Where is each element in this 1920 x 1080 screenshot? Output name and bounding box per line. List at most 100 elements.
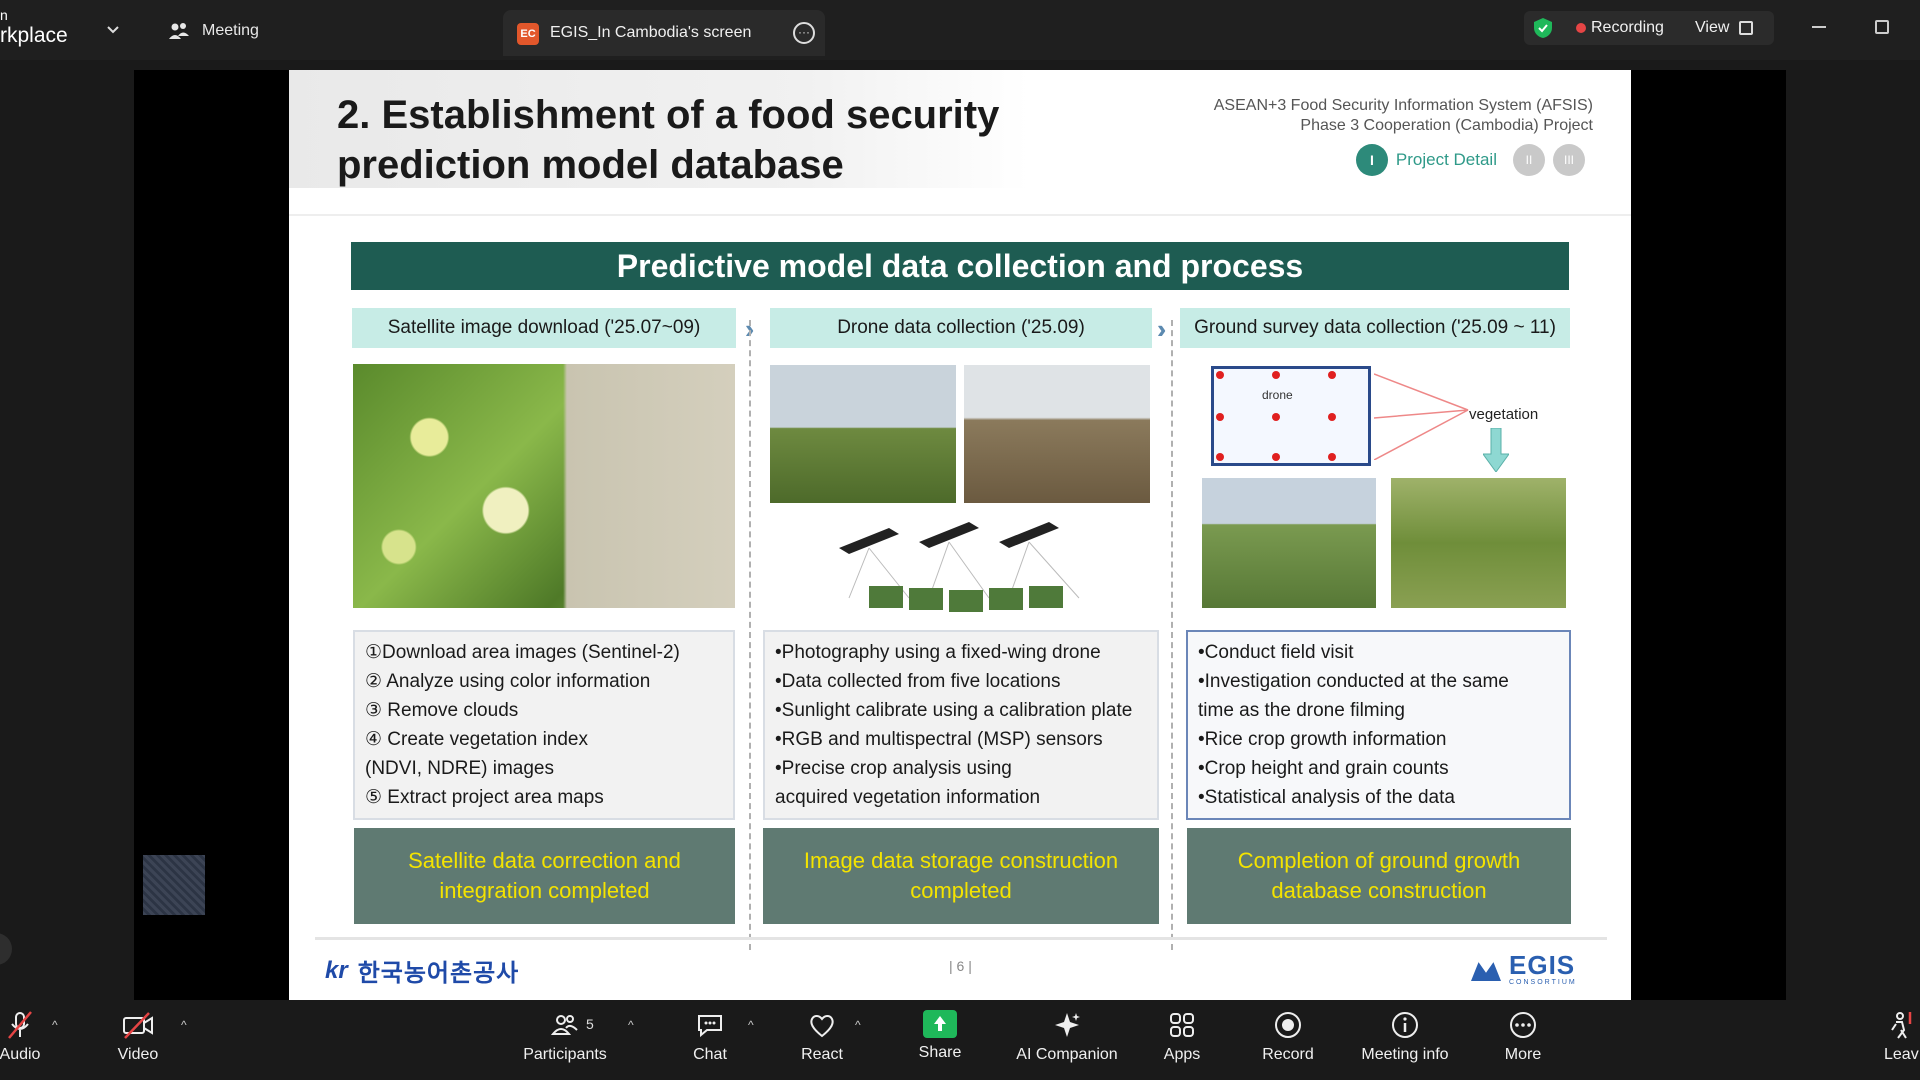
step-ground: Ground survey data collection ('25.09 ~ …	[1180, 308, 1570, 348]
chevron-down-icon[interactable]	[106, 22, 120, 36]
participants-options-caret[interactable]: ^	[628, 1018, 634, 1032]
top-bar: n rkplace Meeting EC EGIS_In Cambodia's …	[0, 0, 1920, 60]
section-label: Project Detail	[1395, 150, 1497, 169]
more-options-icon[interactable]: ···	[793, 22, 815, 44]
list-item: ①Download area images (Sentinel-2)	[365, 642, 680, 663]
field-survey-photo	[1202, 478, 1376, 608]
participants-icon	[550, 1015, 578, 1035]
participants-label: Participants	[523, 1046, 607, 1063]
apps-button[interactable]: Apps	[1161, 1010, 1203, 1072]
react-options-caret[interactable]: ^	[855, 1018, 861, 1032]
satellite-steps-list: ①Download area images (Sentinel-2) ② Ana…	[353, 630, 735, 820]
list-item: •Photography using a fixed-wing drone	[775, 642, 1101, 663]
shield-icon	[1534, 18, 1552, 38]
more-icon	[1510, 1012, 1536, 1038]
meeting-tab[interactable]: Meeting	[168, 18, 259, 44]
people-icon	[169, 23, 189, 39]
section-iii-badge: III	[1553, 144, 1585, 176]
drone-launch-photo	[964, 365, 1150, 503]
satellite-image	[353, 364, 735, 608]
ai-companion-button[interactable]: AI Companion	[1010, 1010, 1124, 1072]
krc-logo-text: 한국농어촌공사	[357, 960, 520, 987]
share-source-badge: EC	[517, 23, 539, 45]
list-item: •Conduct field visit	[1198, 642, 1354, 663]
section-ii-badge: II	[1513, 144, 1545, 176]
app-name: rkplace	[0, 24, 68, 47]
recording-dot-icon	[1576, 23, 1586, 33]
app-name-top: n	[0, 7, 8, 23]
chat-icon	[698, 1015, 722, 1038]
more-label: More	[1504, 1046, 1542, 1063]
more-button[interactable]: More	[1502, 1010, 1544, 1072]
egis-logo-mark	[1471, 960, 1501, 981]
leave-icon	[1891, 1012, 1912, 1039]
project-subtitle-line1: ASEAN+3 Food Security Information System…	[1213, 97, 1593, 114]
video-options-caret[interactable]: ^	[181, 1018, 187, 1032]
column-divider	[1171, 320, 1173, 950]
step-satellite: Satellite image download ('25.07~09)	[352, 308, 736, 348]
self-video-thumbnail[interactable]	[143, 855, 205, 915]
meeting-info-button[interactable]: Meeting info	[1356, 1010, 1454, 1072]
list-item: ② Analyze using color information	[365, 671, 651, 692]
satellite-result: Satellite data correction and integratio…	[354, 828, 735, 924]
record-button[interactable]: Record	[1262, 1010, 1314, 1072]
minimize-button[interactable]	[1812, 26, 1826, 28]
list-item: •Precise crop analysis using acquired ve…	[775, 758, 1041, 808]
list-item: •RGB and multispectral (MSP) sensors	[775, 729, 1103, 750]
list-item: ⑤ Extract project area maps	[365, 787, 604, 808]
share-button[interactable]: Share	[914, 1010, 966, 1072]
arrow-down-icon	[1483, 428, 1509, 472]
recording-status: Recording View	[1524, 11, 1774, 45]
list-item: •Rice crop growth information	[1198, 729, 1447, 750]
audio-label: Audio	[0, 1046, 41, 1063]
footer-divider	[315, 937, 1607, 940]
list-item: •Investigation conducted at the same tim…	[1198, 671, 1509, 721]
audio-button[interactable]: Audio	[0, 1010, 44, 1072]
ground-steps-list: •Conduct field visit •Investigation cond…	[1186, 630, 1571, 820]
section-i-badge: I	[1355, 144, 1388, 176]
slide-title: 2. Establishment of a food security pred…	[337, 93, 1000, 187]
projection-lines	[1374, 373, 1469, 460]
drone-result: Image data storage construction complete…	[763, 828, 1159, 924]
section-navigator: I Project Detail II III	[1355, 144, 1585, 176]
view-button[interactable]: View	[1695, 19, 1729, 37]
chat-label: Chat	[693, 1046, 727, 1063]
crop-inspection-photo	[1391, 478, 1566, 608]
participants-button[interactable]: Participants	[519, 1010, 611, 1072]
chevron-right-icon: ››	[1157, 314, 1169, 344]
grid-view-icon[interactable]	[1739, 21, 1753, 35]
vegetation-label: vegetation	[1469, 406, 1539, 423]
column-divider	[749, 320, 751, 950]
header-divider	[289, 214, 1631, 216]
project-subtitle-line2: Phase 3 Cooperation (Cambodia) Project	[1300, 117, 1593, 134]
egis-logo-sub: CONSORTIUM	[1509, 979, 1577, 986]
chat-options-caret[interactable]: ^	[748, 1018, 754, 1032]
drone-grid-diagram: drone	[1211, 366, 1371, 466]
microphone-muted-icon	[8, 1011, 32, 1039]
shared-screen-tab[interactable]: EC EGIS_In Cambodia's screen ···	[503, 10, 825, 56]
react-label: React	[801, 1046, 843, 1063]
recording-label[interactable]: Recording	[1591, 19, 1664, 37]
drone-operator-photo	[770, 365, 956, 503]
react-button[interactable]: React	[801, 1010, 843, 1072]
app-switcher[interactable]: n rkplace	[0, 7, 68, 48]
step-drone: Drone data collection ('25.09)	[770, 308, 1152, 348]
video-label: Video	[117, 1046, 159, 1063]
ai-companion-label: AI Companion	[1016, 1046, 1118, 1063]
presentation-slide: 2. Establishment of a food security pred…	[289, 70, 1631, 1000]
chat-button[interactable]: Chat	[690, 1010, 730, 1072]
audio-options-caret[interactable]: ^	[52, 1018, 58, 1032]
list-item: •Sunlight calibrate using a calibration …	[775, 700, 1133, 721]
restore-button[interactable]	[1875, 20, 1889, 34]
list-item: •Data collected from five locations	[775, 671, 1061, 692]
heart-icon	[810, 1015, 834, 1038]
video-button[interactable]: Video	[112, 1010, 164, 1072]
share-label: Share	[918, 1044, 962, 1061]
shared-screen-title: EGIS_In Cambodia's screen	[550, 24, 752, 41]
meeting-info-label: Meeting info	[1361, 1046, 1449, 1063]
apps-label: Apps	[1163, 1046, 1201, 1063]
drone-flight-illustration	[839, 522, 1080, 612]
leave-button[interactable]: Leav	[1884, 1010, 1920, 1072]
side-panel-toggle[interactable]	[0, 933, 12, 965]
egis-logo-text: EGIS	[1509, 950, 1576, 980]
